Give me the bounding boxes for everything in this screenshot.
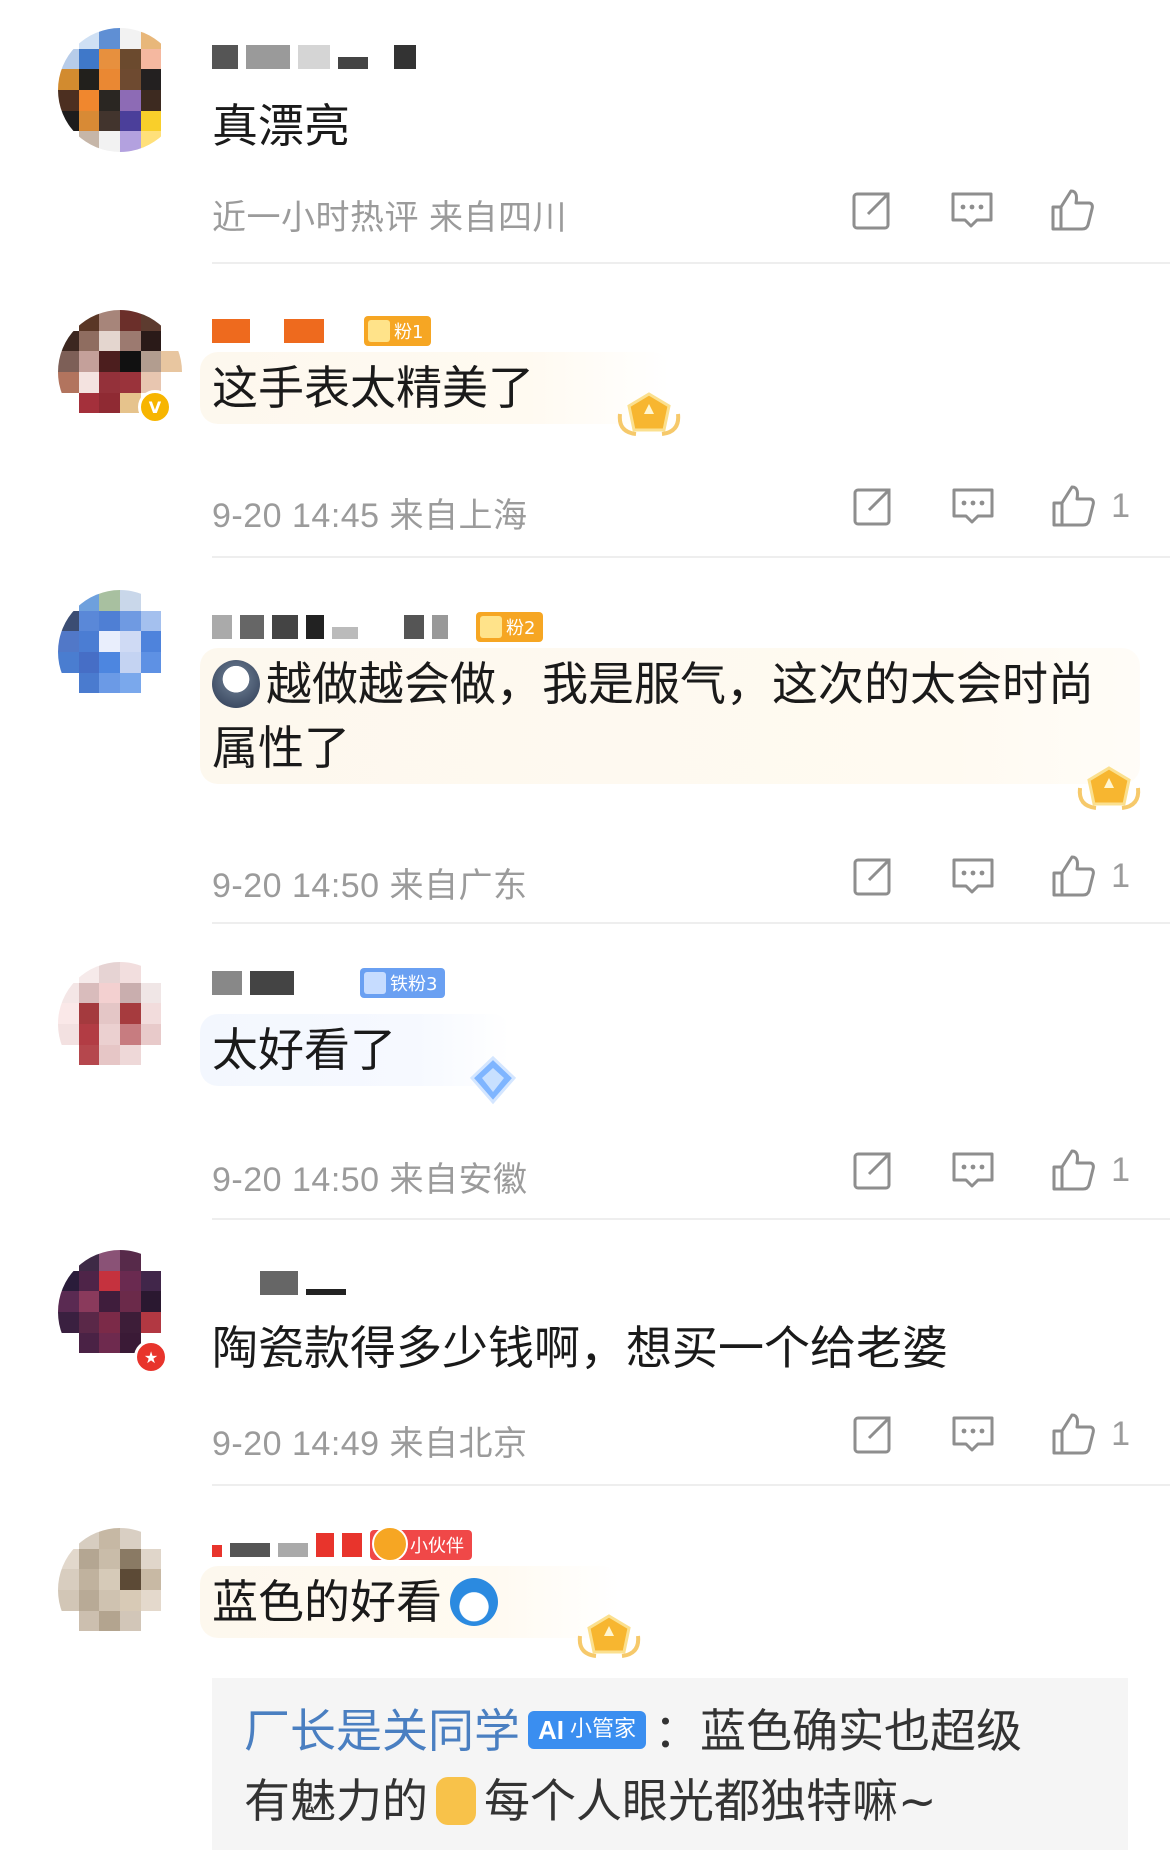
medal-icon [1074,758,1144,818]
username[interactable]: 小伙伴 [212,1526,472,1562]
fan-badge: 粉1 [364,316,432,346]
comment-actions [796,186,1126,234]
reply-author[interactable]: 厂长是关同学 [244,1704,520,1758]
avatar[interactable] [58,962,182,1086]
like-icon[interactable] [1048,186,1096,234]
reply-icon[interactable] [949,1410,997,1458]
comment-meta: 9-20 14:49 来自北京 [212,1425,528,1463]
diamond-icon [458,1050,528,1110]
reply-text-line2b: 每个人眼光都独特嘛~ [484,1774,937,1828]
comment-actions: 1 [797,1146,1130,1194]
like-count: 1 [1111,856,1130,895]
avatar[interactable] [58,28,182,152]
comment-meta: 9-20 14:50 来自广东 [212,867,528,905]
avatar[interactable] [58,590,182,714]
reply-text-line1: 蓝色确实也超级 [700,1704,1023,1758]
like-count: 1 [1111,1150,1130,1189]
comment-text: 真漂亮 [212,99,350,153]
partner-icon [372,1526,408,1562]
username[interactable] [212,1268,346,1298]
fan-badge: 铁粉3 [360,968,446,998]
official-badge: ★ [134,1340,168,1374]
reply-icon[interactable] [948,186,996,234]
medal-icon [574,1606,644,1666]
reply-preview[interactable]: 厂长是关同学 AI 小管家 ：蓝色确实也超级 有魅力的 每个人眼光都独特嘛~ [212,1678,1128,1850]
divider [212,922,1170,924]
reply-text-line2a: 有魅力的 [244,1774,428,1828]
username[interactable]: 铁粉3 [212,968,446,998]
comment-meta: 9-20 14:45 来自上海 [212,497,528,535]
reply-icon[interactable] [949,852,997,900]
username[interactable]: 粉1 [212,316,432,346]
divider [212,556,1170,558]
thumbs-up-emoji-icon [436,1777,476,1825]
comment-actions: 1 [797,482,1130,530]
like-icon[interactable] [1049,852,1097,900]
divider [212,1484,1170,1486]
comment-meta: 9-20 14:50 来自安徽 [212,1161,528,1199]
divider [212,262,1170,264]
like-icon[interactable] [1049,1410,1097,1458]
comment-actions: 1 [797,1410,1130,1458]
share-icon[interactable] [849,1410,897,1458]
comment-meta: 近一小时热评 来自四川 [212,199,567,237]
ai-assistant-badge: AI 小管家 [528,1711,647,1749]
like-count: 1 [1111,1414,1130,1453]
share-icon[interactable] [849,852,897,900]
like-count: 1 [1111,486,1130,525]
divider [212,1218,1170,1220]
verified-badge: V [138,390,172,424]
doraemon-emoji-icon [450,1578,498,1626]
username[interactable]: 粉2 [212,612,544,642]
comment-text: 这手表太精美了 [200,352,670,424]
partner-badge: 小伙伴 [370,1526,472,1562]
share-icon[interactable] [848,186,896,234]
reply-icon[interactable] [949,1146,997,1194]
avatar[interactable] [58,1528,182,1652]
share-icon[interactable] [849,1146,897,1194]
comment-text: 陶瓷款得多少钱啊，想买一个给老婆 [212,1321,948,1375]
like-icon[interactable] [1049,1146,1097,1194]
share-icon[interactable] [849,482,897,530]
comment-text: 越做越会做，我是服气，这次的太会时尚属性了 [200,648,1140,784]
medal-icon [614,384,684,444]
dog-emoji-icon [212,660,260,708]
comment-text: 蓝色的好看 [200,1566,620,1638]
username[interactable] [212,42,416,72]
comment-actions: 1 [797,852,1130,900]
fan-badge: 粉2 [476,612,544,642]
like-icon[interactable] [1049,482,1097,530]
reply-icon[interactable] [949,482,997,530]
